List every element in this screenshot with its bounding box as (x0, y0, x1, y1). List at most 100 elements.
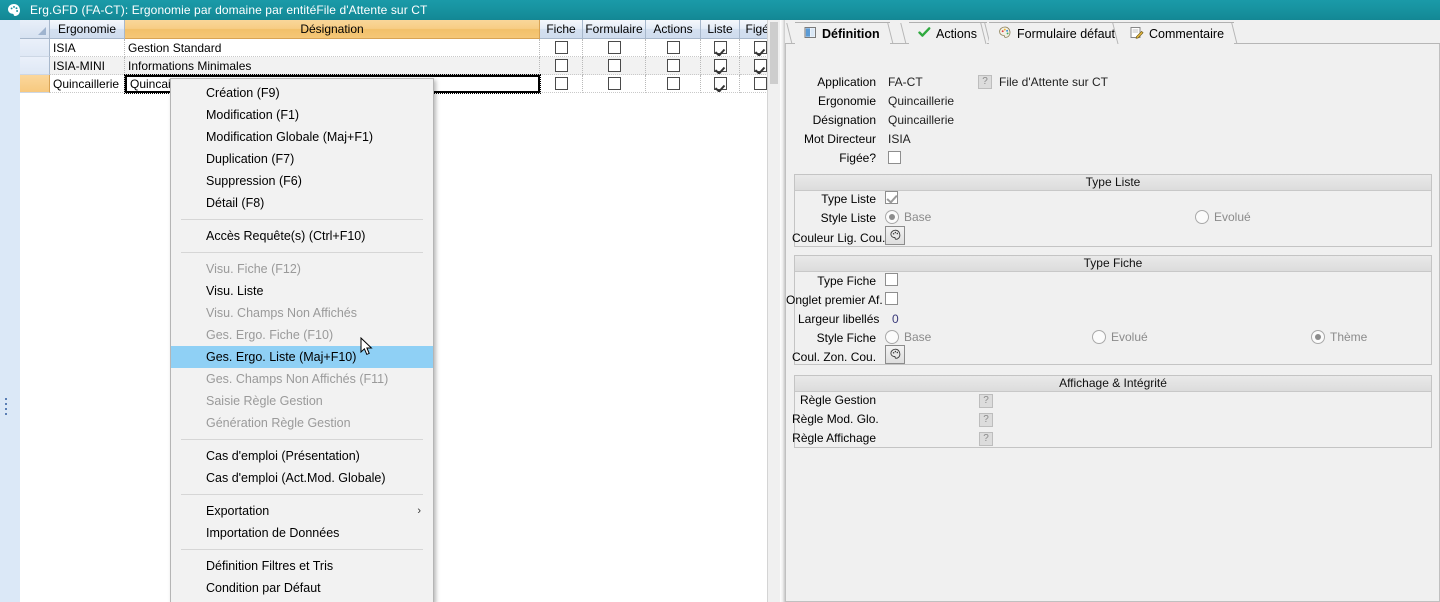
column-header-designation[interactable]: Désignation (125, 20, 540, 39)
cell-actions[interactable] (646, 75, 701, 93)
application-help-badge[interactable]: ? (978, 73, 992, 89)
cell-designation[interactable]: Informations Minimales (125, 57, 540, 75)
menu-item-importation-de-donnees[interactable]: Importation de Données (171, 522, 433, 544)
radio-style-liste-evolue[interactable]: Evolué (1195, 210, 1251, 224)
checkbox-liste[interactable] (713, 77, 727, 90)
palette-icon[interactable] (885, 345, 905, 364)
value-mot-directeur[interactable]: ISIA (888, 132, 911, 146)
cell-ergonomie[interactable]: ISIA (50, 39, 125, 57)
palette-icon[interactable] (885, 226, 905, 245)
checkbox-onglet-premier-af[interactable] (885, 292, 898, 308)
menu-item-detail[interactable]: Détail (F8) (171, 192, 433, 214)
group-affichage-integrite: Affichage & Intégrité (794, 375, 1432, 448)
menu-item-modification-globale[interactable]: Modification Globale (Maj+F1) (171, 126, 433, 148)
cell-fiche[interactable] (540, 75, 583, 93)
label-onglet-premier-af: Onglet premier Af. (786, 293, 883, 307)
radio-style-liste-base[interactable]: Base (885, 210, 931, 224)
window-title: Erg.GFD (FA-CT): Ergonomie par domaine p… (30, 3, 428, 17)
cell-designation[interactable]: Gestion Standard (125, 39, 540, 57)
menu-item-cas-emploi-act-mod-globale[interactable]: Cas d'emploi (Act.Mod. Globale) (171, 467, 433, 489)
checkbox-figee[interactable] (754, 41, 767, 54)
cell-liste[interactable] (701, 39, 740, 57)
button-coul-zon-cou[interactable] (885, 345, 905, 364)
tab-commentaire[interactable]: Commentaire (1112, 22, 1238, 45)
checkbox-fiche[interactable] (554, 77, 568, 90)
menu-item-cas-emploi-presentation[interactable]: Cas d'emploi (Présentation) (171, 445, 433, 467)
context-menu[interactable]: Création (F9) Modification (F1) Modifica… (170, 78, 434, 602)
menu-item-modification[interactable]: Modification (F1) (171, 104, 433, 126)
badge-regle-gestion[interactable]: ? (979, 392, 993, 408)
panel-gutter-strip[interactable] (0, 20, 21, 602)
cell-ergonomie[interactable]: ISIA-MINI (50, 57, 125, 75)
menu-item-exportation[interactable]: Exportation › (171, 500, 433, 522)
radio-indicator[interactable] (1092, 330, 1106, 344)
radio-indicator[interactable] (1311, 330, 1325, 344)
checkbox-fiche[interactable] (554, 41, 568, 54)
tab-formulaire-defaut[interactable]: Formulaire défaut (980, 22, 1129, 45)
gutter-drag-handle-icon[interactable] (3, 395, 12, 425)
menu-item-suppression[interactable]: Suppression (F6) (171, 170, 433, 192)
checkbox-type-liste[interactable] (885, 191, 898, 207)
row-header[interactable] (20, 39, 50, 57)
value-largeur-libelles[interactable]: 0 (892, 312, 899, 326)
menu-item-condition-par-defaut[interactable]: Condition par Défaut (171, 577, 433, 599)
tab-definition[interactable]: Définition (786, 22, 894, 45)
checkbox-liste[interactable] (713, 41, 727, 54)
cell-fiche[interactable] (540, 39, 583, 57)
column-header-ergonomie[interactable]: Ergonomie (50, 20, 125, 39)
checkbox-type-fiche[interactable] (885, 273, 898, 289)
column-header-formulaire[interactable]: Formulaire (583, 20, 646, 39)
check-icon (918, 26, 931, 42)
checkbox-figee[interactable] (754, 77, 767, 90)
checkbox-figee[interactable] (888, 151, 901, 167)
radio-style-fiche-theme[interactable]: Thème (1311, 330, 1367, 344)
row-header[interactable] (20, 57, 50, 75)
table-row[interactable]: ISIA-MINI Informations Minimales (20, 57, 782, 75)
value-designation[interactable]: Quincaillerie (888, 113, 954, 127)
grid-select-all-corner[interactable] (20, 20, 50, 39)
cell-actions[interactable] (646, 39, 701, 57)
menu-item-ges-ergo-liste[interactable]: Ges. Ergo. Liste (Maj+F10) (171, 346, 433, 368)
checkbox-fiche[interactable] (554, 59, 568, 72)
cell-liste[interactable] (701, 75, 740, 93)
column-header-liste[interactable]: Liste (701, 20, 740, 39)
checkbox-formulaire[interactable] (607, 59, 621, 72)
table-row[interactable]: ISIA Gestion Standard (20, 39, 782, 57)
value-application[interactable]: FA-CT (888, 75, 923, 89)
radio-indicator[interactable] (885, 210, 899, 224)
menu-item-acces-requetes[interactable]: Accès Requête(s) (Ctrl+F10) (171, 225, 433, 247)
radio-style-fiche-base[interactable]: Base (885, 330, 931, 344)
checkbox-figee[interactable] (754, 59, 767, 72)
tab-actions[interactable]: Actions (900, 22, 991, 45)
menu-item-definition-filtres-et-tris[interactable]: Définition Filtres et Tris (171, 555, 433, 577)
checkbox-liste[interactable] (713, 59, 727, 72)
menu-item-generation-regle-gestion: Génération Règle Gestion (206, 416, 351, 430)
checkbox-formulaire[interactable] (607, 41, 621, 54)
cell-formulaire[interactable] (583, 75, 646, 93)
scrollbar-thumb[interactable] (770, 22, 778, 84)
radio-indicator[interactable] (885, 330, 899, 344)
menu-item-creation[interactable]: Création (F9) (171, 82, 433, 104)
badge-regle-affichage[interactable]: ? (979, 430, 993, 446)
menu-item-duplication[interactable]: Duplication (F7) (171, 148, 433, 170)
cell-fiche[interactable] (540, 57, 583, 75)
checkbox-actions[interactable] (666, 59, 680, 72)
radio-style-fiche-evolue[interactable]: Evolué (1092, 330, 1148, 344)
cell-liste[interactable] (701, 57, 740, 75)
radio-indicator[interactable] (1195, 210, 1209, 224)
badge-regle-mod-glo[interactable]: ? (979, 411, 993, 427)
menu-item-visu-liste[interactable]: Visu. Liste (171, 280, 433, 302)
button-couleur-lig-cou[interactable] (885, 226, 905, 245)
column-header-actions[interactable]: Actions (646, 20, 701, 39)
row-header-selected[interactable] (20, 75, 50, 93)
checkbox-actions[interactable] (666, 77, 680, 90)
checkbox-actions[interactable] (666, 41, 680, 54)
cell-formulaire[interactable] (583, 57, 646, 75)
column-header-fiche[interactable]: Fiche (540, 20, 583, 39)
checkbox-formulaire[interactable] (607, 77, 621, 90)
cell-actions[interactable] (646, 57, 701, 75)
cell-ergonomie[interactable]: Quincaillerie (50, 75, 125, 93)
cell-formulaire[interactable] (583, 39, 646, 57)
value-ergonomie[interactable]: Quincaillerie (888, 94, 954, 108)
left-panel-scrollbar[interactable] (767, 20, 780, 602)
